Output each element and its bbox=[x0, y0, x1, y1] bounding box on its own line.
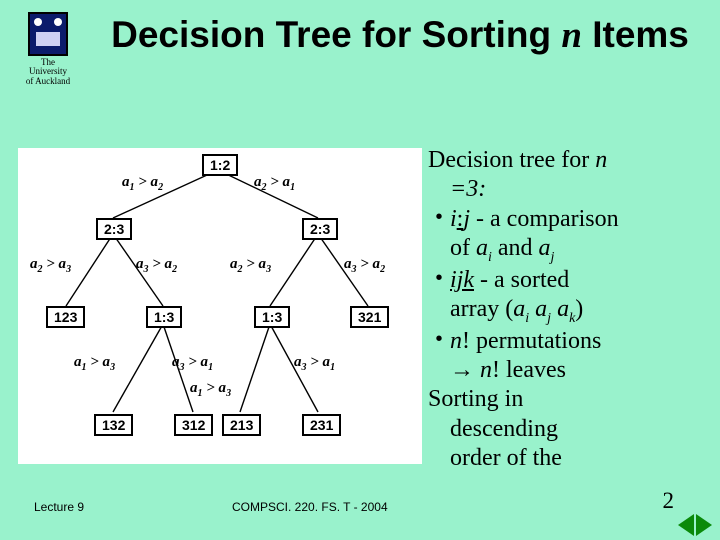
university-name: The University of Auckland bbox=[18, 58, 78, 86]
tree-leaf: 213 bbox=[222, 414, 261, 436]
course-code: COMPSCI. 220. FS. T - 2004 bbox=[232, 500, 388, 514]
tree-leaf: 123 bbox=[46, 306, 85, 328]
tree-leaf: 132 bbox=[94, 414, 133, 436]
tree-node: 1:2 bbox=[202, 154, 238, 176]
tree-node: 1:3 bbox=[146, 306, 182, 328]
tree-node: 2:3 bbox=[96, 218, 132, 240]
nav-arrows bbox=[678, 514, 712, 536]
prev-slide-icon[interactable] bbox=[678, 514, 694, 536]
slide-body-text: Decision tree for n =3: •i:j - a compari… bbox=[428, 146, 710, 473]
edge-label: a3 > a2 bbox=[136, 256, 177, 275]
slide-title: Decision Tree for Sorting n Items bbox=[100, 14, 700, 56]
edge-label: a3 > a1 bbox=[172, 354, 213, 373]
tree-node: 2:3 bbox=[302, 218, 338, 240]
edge-label: a2 > a1 bbox=[254, 174, 295, 193]
tree-node: 1:3 bbox=[254, 306, 290, 328]
next-slide-icon[interactable] bbox=[696, 514, 712, 536]
crest-icon bbox=[28, 12, 68, 56]
decision-tree-diagram: 1:2 2:3 2:3 123 1:3 1:3 321 132 312 213 … bbox=[18, 148, 422, 464]
edge-label: a1 > a2 bbox=[122, 174, 163, 193]
edge-label: a3 > a1 bbox=[294, 354, 335, 373]
edge-label: a2 > a3 bbox=[30, 256, 71, 275]
tree-leaf: 321 bbox=[350, 306, 389, 328]
edge-label: a2 > a3 bbox=[230, 256, 271, 275]
edge-label: a1 > a3 bbox=[190, 380, 231, 399]
lecture-label: Lecture 9 bbox=[34, 500, 84, 514]
university-logo: The University of Auckland bbox=[18, 12, 78, 86]
page-number: 2 bbox=[663, 488, 675, 514]
tree-leaf: 231 bbox=[302, 414, 341, 436]
edge-label: a1 > a3 bbox=[74, 354, 115, 373]
tree-leaf: 312 bbox=[174, 414, 213, 436]
edge-label: a3 > a2 bbox=[344, 256, 385, 275]
